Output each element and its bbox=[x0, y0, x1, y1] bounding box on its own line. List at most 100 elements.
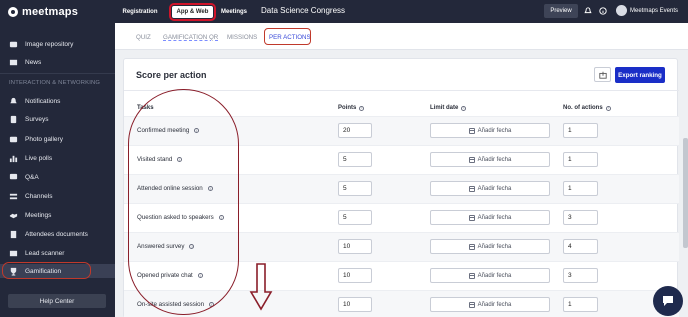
sidebar-item-news[interactable]: News bbox=[0, 55, 115, 69]
sidebar-item-lead-scanner[interactable]: Lead scanner bbox=[0, 246, 115, 260]
actions-input[interactable]: 4 bbox=[563, 239, 598, 254]
subtabs-bar: QUIZ GAMIFICATION QR MISSIONS PER ACTION… bbox=[115, 23, 688, 50]
sidebar-item-live-polls[interactable]: Live polls bbox=[0, 151, 115, 165]
sidebar-divider bbox=[0, 73, 115, 74]
sidebar-item-meetings[interactable]: Meetings bbox=[0, 208, 115, 222]
limit-date-button[interactable]: Añadir fecha bbox=[430, 268, 550, 283]
points-input[interactable]: 5 bbox=[338, 152, 372, 167]
sidebar-item-photo-gallery[interactable]: Photo gallery bbox=[0, 132, 115, 146]
sidebar-item-label: Photo gallery bbox=[25, 135, 63, 143]
sidebar-item-surveys[interactable]: Surveys bbox=[0, 112, 115, 126]
points-input[interactable]: 10 bbox=[338, 268, 372, 283]
tab-registration[interactable]: Registration bbox=[119, 6, 161, 18]
logo[interactable]: meetmaps bbox=[0, 0, 115, 23]
scrollbar[interactable] bbox=[683, 138, 688, 248]
column-label: Limit date bbox=[430, 105, 459, 111]
points-input[interactable]: 5 bbox=[338, 210, 372, 225]
actions-input[interactable]: 1 bbox=[563, 297, 598, 312]
download-button[interactable] bbox=[594, 67, 611, 82]
points-input[interactable]: 10 bbox=[338, 297, 372, 312]
actions-input[interactable]: 3 bbox=[563, 210, 598, 225]
sidebar-item-label: Q&A bbox=[25, 173, 39, 181]
user-name[interactable]: Meetmaps Events bbox=[630, 8, 678, 14]
points-input[interactable]: 10 bbox=[338, 239, 372, 254]
export-ranking-button[interactable]: Export ranking bbox=[615, 67, 665, 83]
sidebar-item-label: Image repository bbox=[25, 40, 74, 48]
actions-input[interactable]: 1 bbox=[563, 123, 598, 138]
info-icon[interactable] bbox=[599, 7, 607, 15]
card-title: Score per action bbox=[136, 70, 207, 80]
avatar[interactable] bbox=[616, 5, 627, 16]
limit-date-button[interactable]: Añadir fecha bbox=[430, 297, 550, 312]
logo-text: meetmaps bbox=[22, 5, 79, 18]
info-icon[interactable]: i bbox=[605, 105, 611, 111]
channels-icon bbox=[9, 192, 18, 200]
calendar-icon bbox=[468, 272, 475, 279]
limit-date-button[interactable]: Añadir fecha bbox=[430, 181, 550, 196]
annotation-arrow-icon bbox=[249, 263, 273, 311]
chat-button[interactable] bbox=[653, 286, 683, 316]
info-icon[interactable]: i bbox=[359, 105, 365, 111]
sidebar-item-label: News bbox=[25, 58, 42, 66]
column-header-actions: No. of actions i bbox=[563, 105, 611, 111]
info-icon[interactable]: i bbox=[461, 105, 467, 111]
annotation-highlight bbox=[2, 262, 91, 279]
limit-date-button[interactable]: Añadir fecha bbox=[430, 239, 550, 254]
sidebar-item-label: Live polls bbox=[25, 154, 53, 162]
actions-input[interactable]: 1 bbox=[563, 181, 598, 196]
sidebar-item-label: Surveys bbox=[25, 115, 49, 123]
points-input[interactable]: 5 bbox=[338, 181, 372, 196]
tab-quiz[interactable]: QUIZ bbox=[136, 34, 151, 41]
handshake-icon bbox=[9, 211, 18, 219]
tab-meetings[interactable]: Meetings bbox=[218, 6, 250, 18]
limit-date-button[interactable]: Añadir fecha bbox=[430, 210, 550, 225]
chat-icon bbox=[663, 296, 673, 306]
tab-missions[interactable]: MISSIONS bbox=[227, 34, 257, 41]
column-header-points: Points i bbox=[338, 105, 365, 111]
points-input[interactable]: 20 bbox=[338, 123, 372, 138]
sidebar-item-label: Meetings bbox=[25, 211, 52, 219]
card-divider bbox=[124, 90, 679, 91]
sidebar-section-label: INTERACTION & NETWORKING bbox=[9, 80, 101, 86]
sidebar-item-notifications[interactable]: Notifications bbox=[0, 94, 115, 108]
date-label: Añadir fecha bbox=[477, 243, 512, 250]
annotation-oval bbox=[128, 89, 239, 315]
limit-date-button[interactable]: Añadir fecha bbox=[430, 152, 550, 167]
annotation-box bbox=[264, 28, 311, 45]
column-label: Points bbox=[338, 105, 357, 111]
column-label: No. of actions bbox=[563, 105, 603, 111]
download-icon bbox=[598, 71, 607, 79]
tab-app-web[interactable]: App & Web bbox=[169, 3, 216, 21]
calendar-icon bbox=[468, 156, 475, 163]
sidebar-item-channels[interactable]: Channels bbox=[0, 189, 115, 203]
column-header-limit-date: Limit date i bbox=[430, 105, 467, 111]
calendar-icon bbox=[468, 214, 475, 221]
date-label: Añadir fecha bbox=[477, 272, 512, 279]
actions-input[interactable]: 3 bbox=[563, 268, 598, 283]
sidebar-item-qa[interactable]: Q&A bbox=[0, 170, 115, 184]
bell-icon bbox=[9, 97, 18, 105]
date-label: Añadir fecha bbox=[477, 185, 512, 192]
notification-bell-icon[interactable] bbox=[584, 7, 592, 15]
sidebar-item-label: Channels bbox=[25, 192, 53, 200]
poll-icon bbox=[9, 154, 18, 162]
calendar-icon bbox=[468, 127, 475, 134]
scanner-icon bbox=[9, 249, 18, 257]
actions-input[interactable]: 1 bbox=[563, 152, 598, 167]
sidebar-item-label: Attendees documents bbox=[25, 230, 88, 238]
date-label: Añadir fecha bbox=[477, 156, 512, 163]
logo-mark-icon bbox=[8, 6, 18, 17]
sidebar-item-image-repository[interactable]: Image repository bbox=[0, 37, 115, 51]
help-center-button[interactable]: Help Center bbox=[8, 294, 106, 308]
image-repo-icon bbox=[9, 40, 18, 48]
limit-date-button[interactable]: Añadir fecha bbox=[430, 123, 550, 138]
question-icon bbox=[9, 173, 18, 181]
event-title: Data Science Congress bbox=[261, 6, 346, 15]
date-label: Añadir fecha bbox=[477, 301, 512, 308]
sidebar-item-attendees-documents[interactable]: Attendees documents bbox=[0, 227, 115, 241]
calendar-icon bbox=[468, 301, 475, 308]
document-icon bbox=[9, 230, 18, 238]
tab-gamification-qr[interactable]: GAMIFICATION QR bbox=[163, 34, 218, 41]
preview-button[interactable]: Preview bbox=[544, 4, 578, 18]
photo-icon bbox=[9, 135, 18, 143]
